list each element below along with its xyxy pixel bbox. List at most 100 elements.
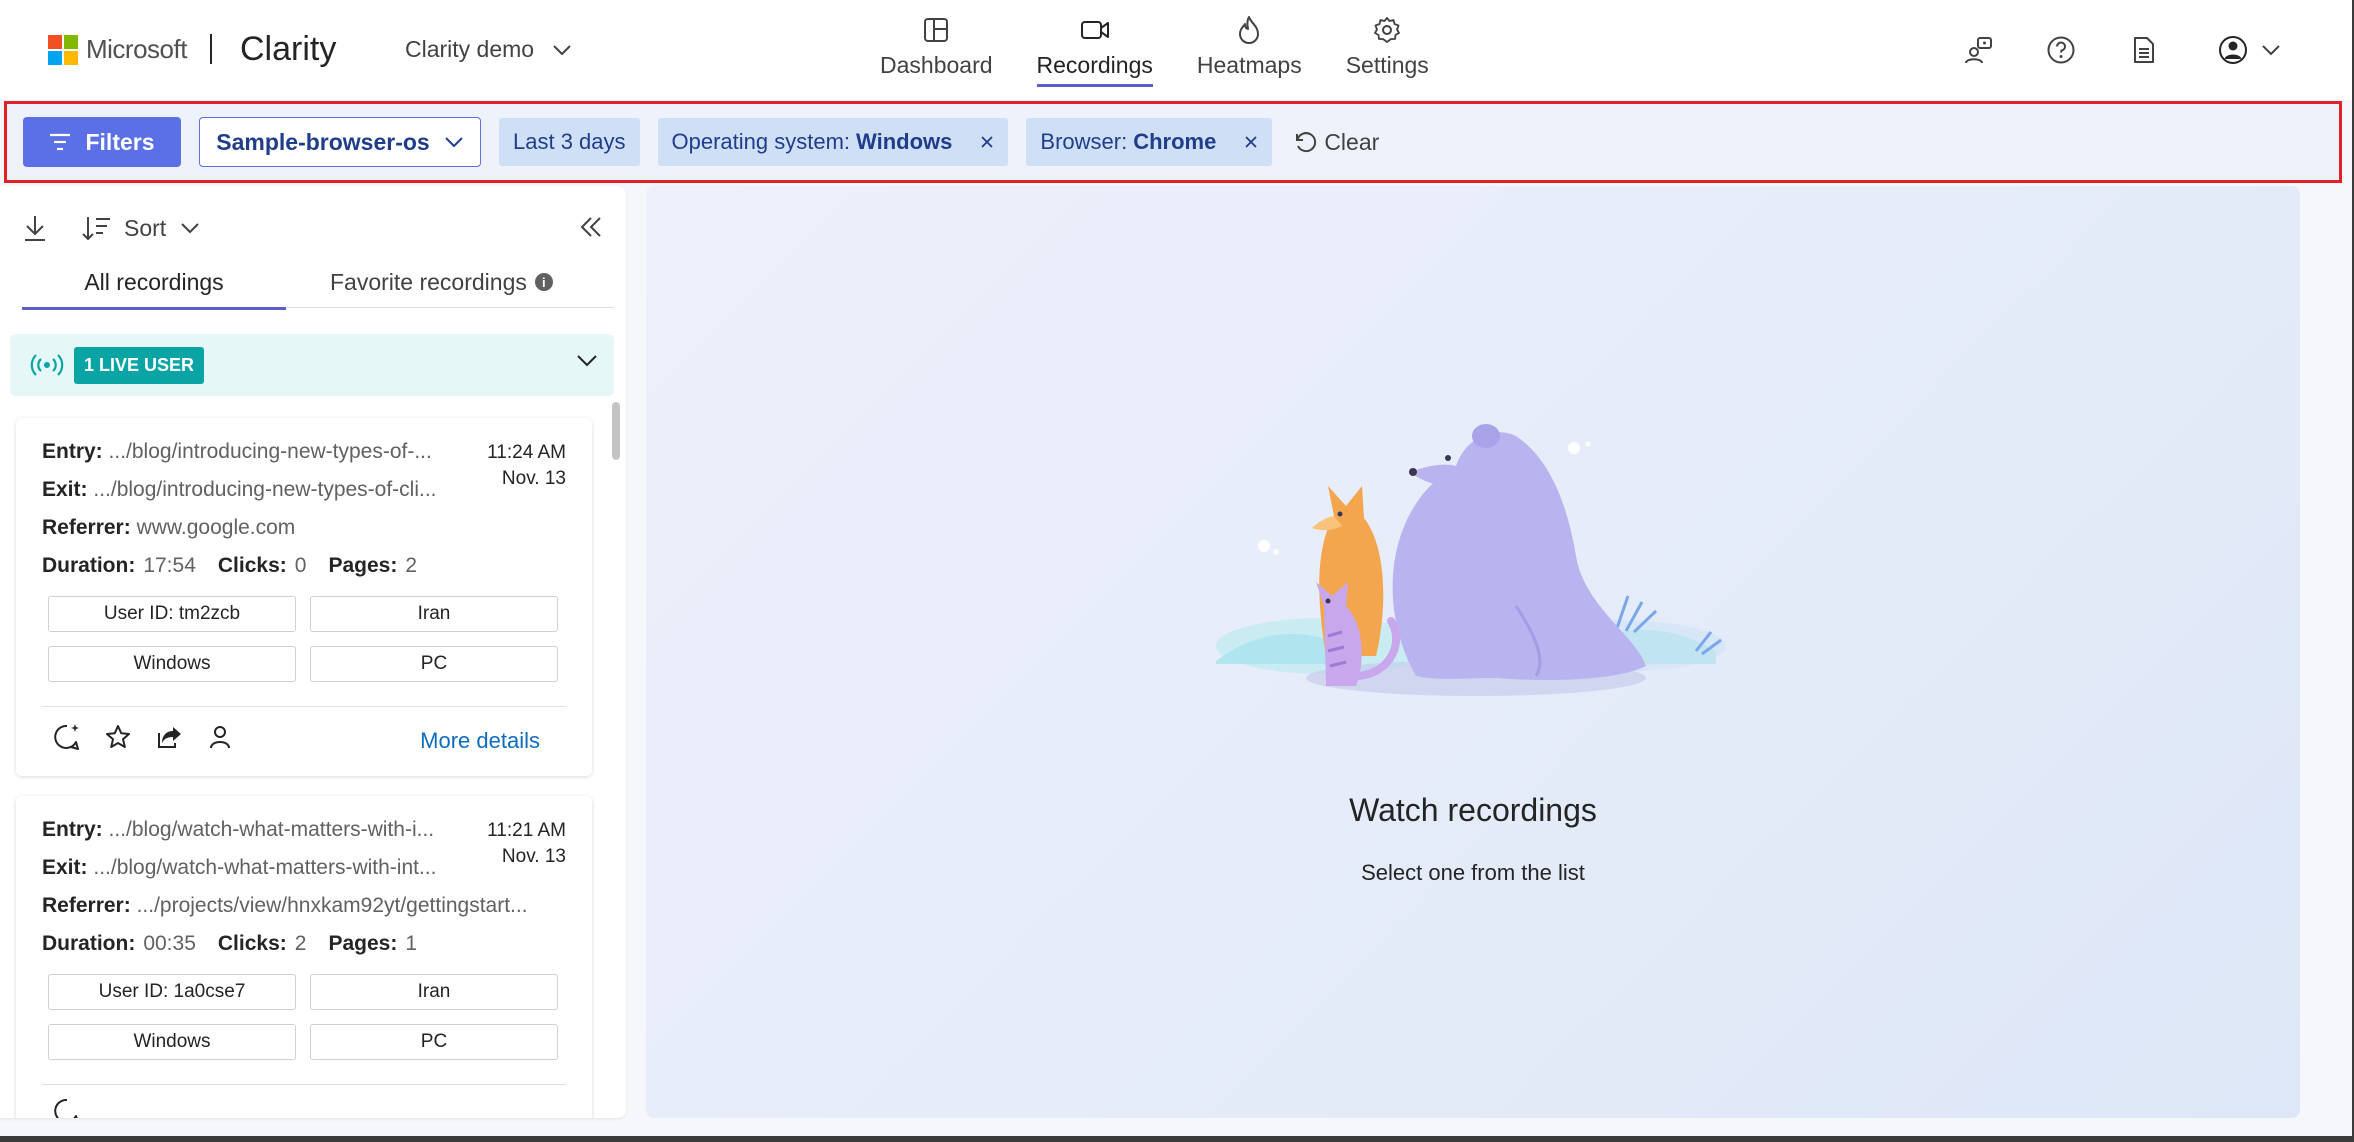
list-scrollbar[interactable] xyxy=(612,402,620,460)
clicks-value: 2 xyxy=(294,932,307,955)
chevron-down-icon xyxy=(577,355,597,367)
entry-row: Entry: .../blog/introducing-new-types-of… xyxy=(42,440,432,463)
bear-fox-cat-illustration xyxy=(1216,424,1726,696)
brand-divider xyxy=(210,34,212,64)
referrer-url: www.google.com xyxy=(136,516,296,539)
comment-icon[interactable] xyxy=(52,722,82,752)
nav-dashboard[interactable]: Dashboard xyxy=(880,14,993,87)
nav-recordings[interactable]: Recordings xyxy=(1036,14,1153,87)
exit-row: Exit: .../blog/watch-what-matters-with-i… xyxy=(42,856,437,879)
top-header: Microsoft Clarity Clarity demo Dashboard… xyxy=(0,0,2354,100)
entry-url: .../blog/watch-what-matters-with-i... xyxy=(108,818,435,841)
sort-label: Sort xyxy=(124,214,167,241)
segment-selector[interactable]: Sample-browser-os xyxy=(199,117,481,167)
entry-url: .../blog/introducing-new-types-of-... xyxy=(108,440,432,463)
card-actions xyxy=(52,722,256,752)
clicks-value: 0 xyxy=(294,554,307,577)
device-tag[interactable]: PC xyxy=(310,646,558,682)
collapse-panel-icon[interactable] xyxy=(576,212,606,242)
country-tag[interactable]: Iran xyxy=(310,596,558,632)
share-icon[interactable] xyxy=(154,722,184,752)
product-name[interactable]: Clarity xyxy=(240,30,336,69)
filter-chip-os[interactable]: Operating system: Windows xyxy=(657,118,1009,166)
time-value: 11:24 AM xyxy=(487,442,566,463)
duration-value: 17:54 xyxy=(143,554,196,577)
exit-url: .../blog/introducing-new-types-of-cli... xyxy=(93,478,437,501)
nav-label: Dashboard xyxy=(880,52,993,78)
recording-card[interactable]: Entry: .../blog/watch-what-matters-with-… xyxy=(16,796,592,1118)
nav-settings[interactable]: Settings xyxy=(1346,14,1429,87)
exit-url: .../blog/watch-what-matters-with-int... xyxy=(93,856,437,879)
people-icon[interactable] xyxy=(1960,32,1996,68)
country-tag[interactable]: Iran xyxy=(310,974,558,1010)
help-icon[interactable] xyxy=(2043,32,2079,68)
user-id-tag[interactable]: User ID: 1a0cse7 xyxy=(48,974,296,1010)
tab-label: Favorite recordings xyxy=(330,268,527,295)
live-users-banner[interactable]: 1 LIVE USER xyxy=(10,334,614,396)
pages-value: 1 xyxy=(405,932,418,955)
device-tag[interactable]: PC xyxy=(310,1024,558,1060)
recordings-tabs: All recordings Favorite recordings i xyxy=(22,256,614,310)
microsoft-logo[interactable]: Microsoft xyxy=(48,34,187,65)
nav-heatmaps[interactable]: Heatmaps xyxy=(1197,14,1302,87)
duration-value: 00:35 xyxy=(143,932,196,955)
nav-label: Heatmaps xyxy=(1196,52,1302,78)
star-icon[interactable] xyxy=(103,722,133,752)
profile-icon xyxy=(2219,36,2247,64)
empty-state-subtitle: Select one from the list xyxy=(1361,860,1585,885)
header-actions xyxy=(1960,32,2281,68)
profile-menu[interactable] xyxy=(2217,34,2281,66)
recordings-list-panel: Sort All recordings Favorite recordings … xyxy=(0,186,626,1118)
project-selector[interactable]: Clarity demo xyxy=(405,36,572,63)
referrer-row: Referrer: .../projects/view/hnxkam92yt/g… xyxy=(42,894,528,917)
clear-label: Clear xyxy=(1324,128,1380,155)
chevron-down-icon xyxy=(2262,45,2280,56)
comment-icon[interactable] xyxy=(52,1096,82,1118)
chevron-down-icon xyxy=(445,137,463,148)
download-icon[interactable] xyxy=(20,213,50,243)
filter-bar: Filters Sample-browser-os Last 3 days Op… xyxy=(4,101,2342,183)
document-icon[interactable] xyxy=(2126,32,2162,68)
entry-row: Entry: .../blog/watch-what-matters-with-… xyxy=(42,818,435,841)
filters-label: Filters xyxy=(85,128,155,155)
chip-key: Browser: xyxy=(1040,129,1128,154)
main-nav: Dashboard Recordings Heatmaps Settings xyxy=(880,14,1473,87)
list-toolbar: Sort xyxy=(20,208,606,248)
card-divider xyxy=(42,706,566,707)
empty-state-title: Watch recordings xyxy=(1349,792,1597,828)
filter-chip-browser[interactable]: Browser: Chrome xyxy=(1026,118,1273,166)
flame-icon xyxy=(1233,14,1265,46)
pages-value: 2 xyxy=(405,554,418,577)
dashboard-icon xyxy=(920,14,952,46)
referrer-row: Referrer: www.google.com xyxy=(42,516,296,539)
gear-icon xyxy=(1371,14,1403,46)
card-divider xyxy=(42,1084,566,1085)
sort-icon xyxy=(82,217,110,241)
user-icon[interactable] xyxy=(205,722,235,752)
os-tag[interactable]: Windows xyxy=(48,1024,296,1060)
undo-icon xyxy=(1296,132,1317,153)
clear-filters-button[interactable]: Clear xyxy=(1292,129,1379,156)
chip-value: Chrome xyxy=(1133,129,1217,154)
close-icon[interactable] xyxy=(980,135,994,149)
referrer-url: .../projects/view/hnxkam92yt/gettingstar… xyxy=(136,894,528,917)
microsoft-logo-text: Microsoft xyxy=(86,34,187,64)
more-details-link[interactable]: More details xyxy=(420,728,540,754)
tab-favorite-recordings[interactable]: Favorite recordings i xyxy=(330,256,553,308)
recording-time: 11:24 AM Nov. 13 xyxy=(487,440,566,492)
os-tag[interactable]: Windows xyxy=(48,646,296,682)
filters-button[interactable]: Filters xyxy=(23,117,181,167)
recording-card[interactable]: Entry: .../blog/introducing-new-types-of… xyxy=(16,418,592,776)
microsoft-logo-icon xyxy=(48,34,78,65)
filter-chip-date-range[interactable]: Last 3 days xyxy=(499,118,640,166)
close-icon[interactable] xyxy=(1244,135,1258,149)
sort-button[interactable]: Sort xyxy=(82,215,200,242)
tab-label: All recordings xyxy=(84,268,224,295)
recording-stats: Duration: 17:54 Clicks: 0 Pages: 2 xyxy=(42,554,418,577)
recording-player-area: Watch recordings Select one from the lis… xyxy=(646,186,2300,1118)
tab-all-recordings[interactable]: All recordings xyxy=(22,256,286,310)
user-id-tag[interactable]: User ID: tm2zcb xyxy=(48,596,296,632)
segment-name: Sample-browser-os xyxy=(216,128,430,155)
chevron-down-icon xyxy=(181,223,199,234)
info-icon[interactable]: i xyxy=(534,273,553,291)
